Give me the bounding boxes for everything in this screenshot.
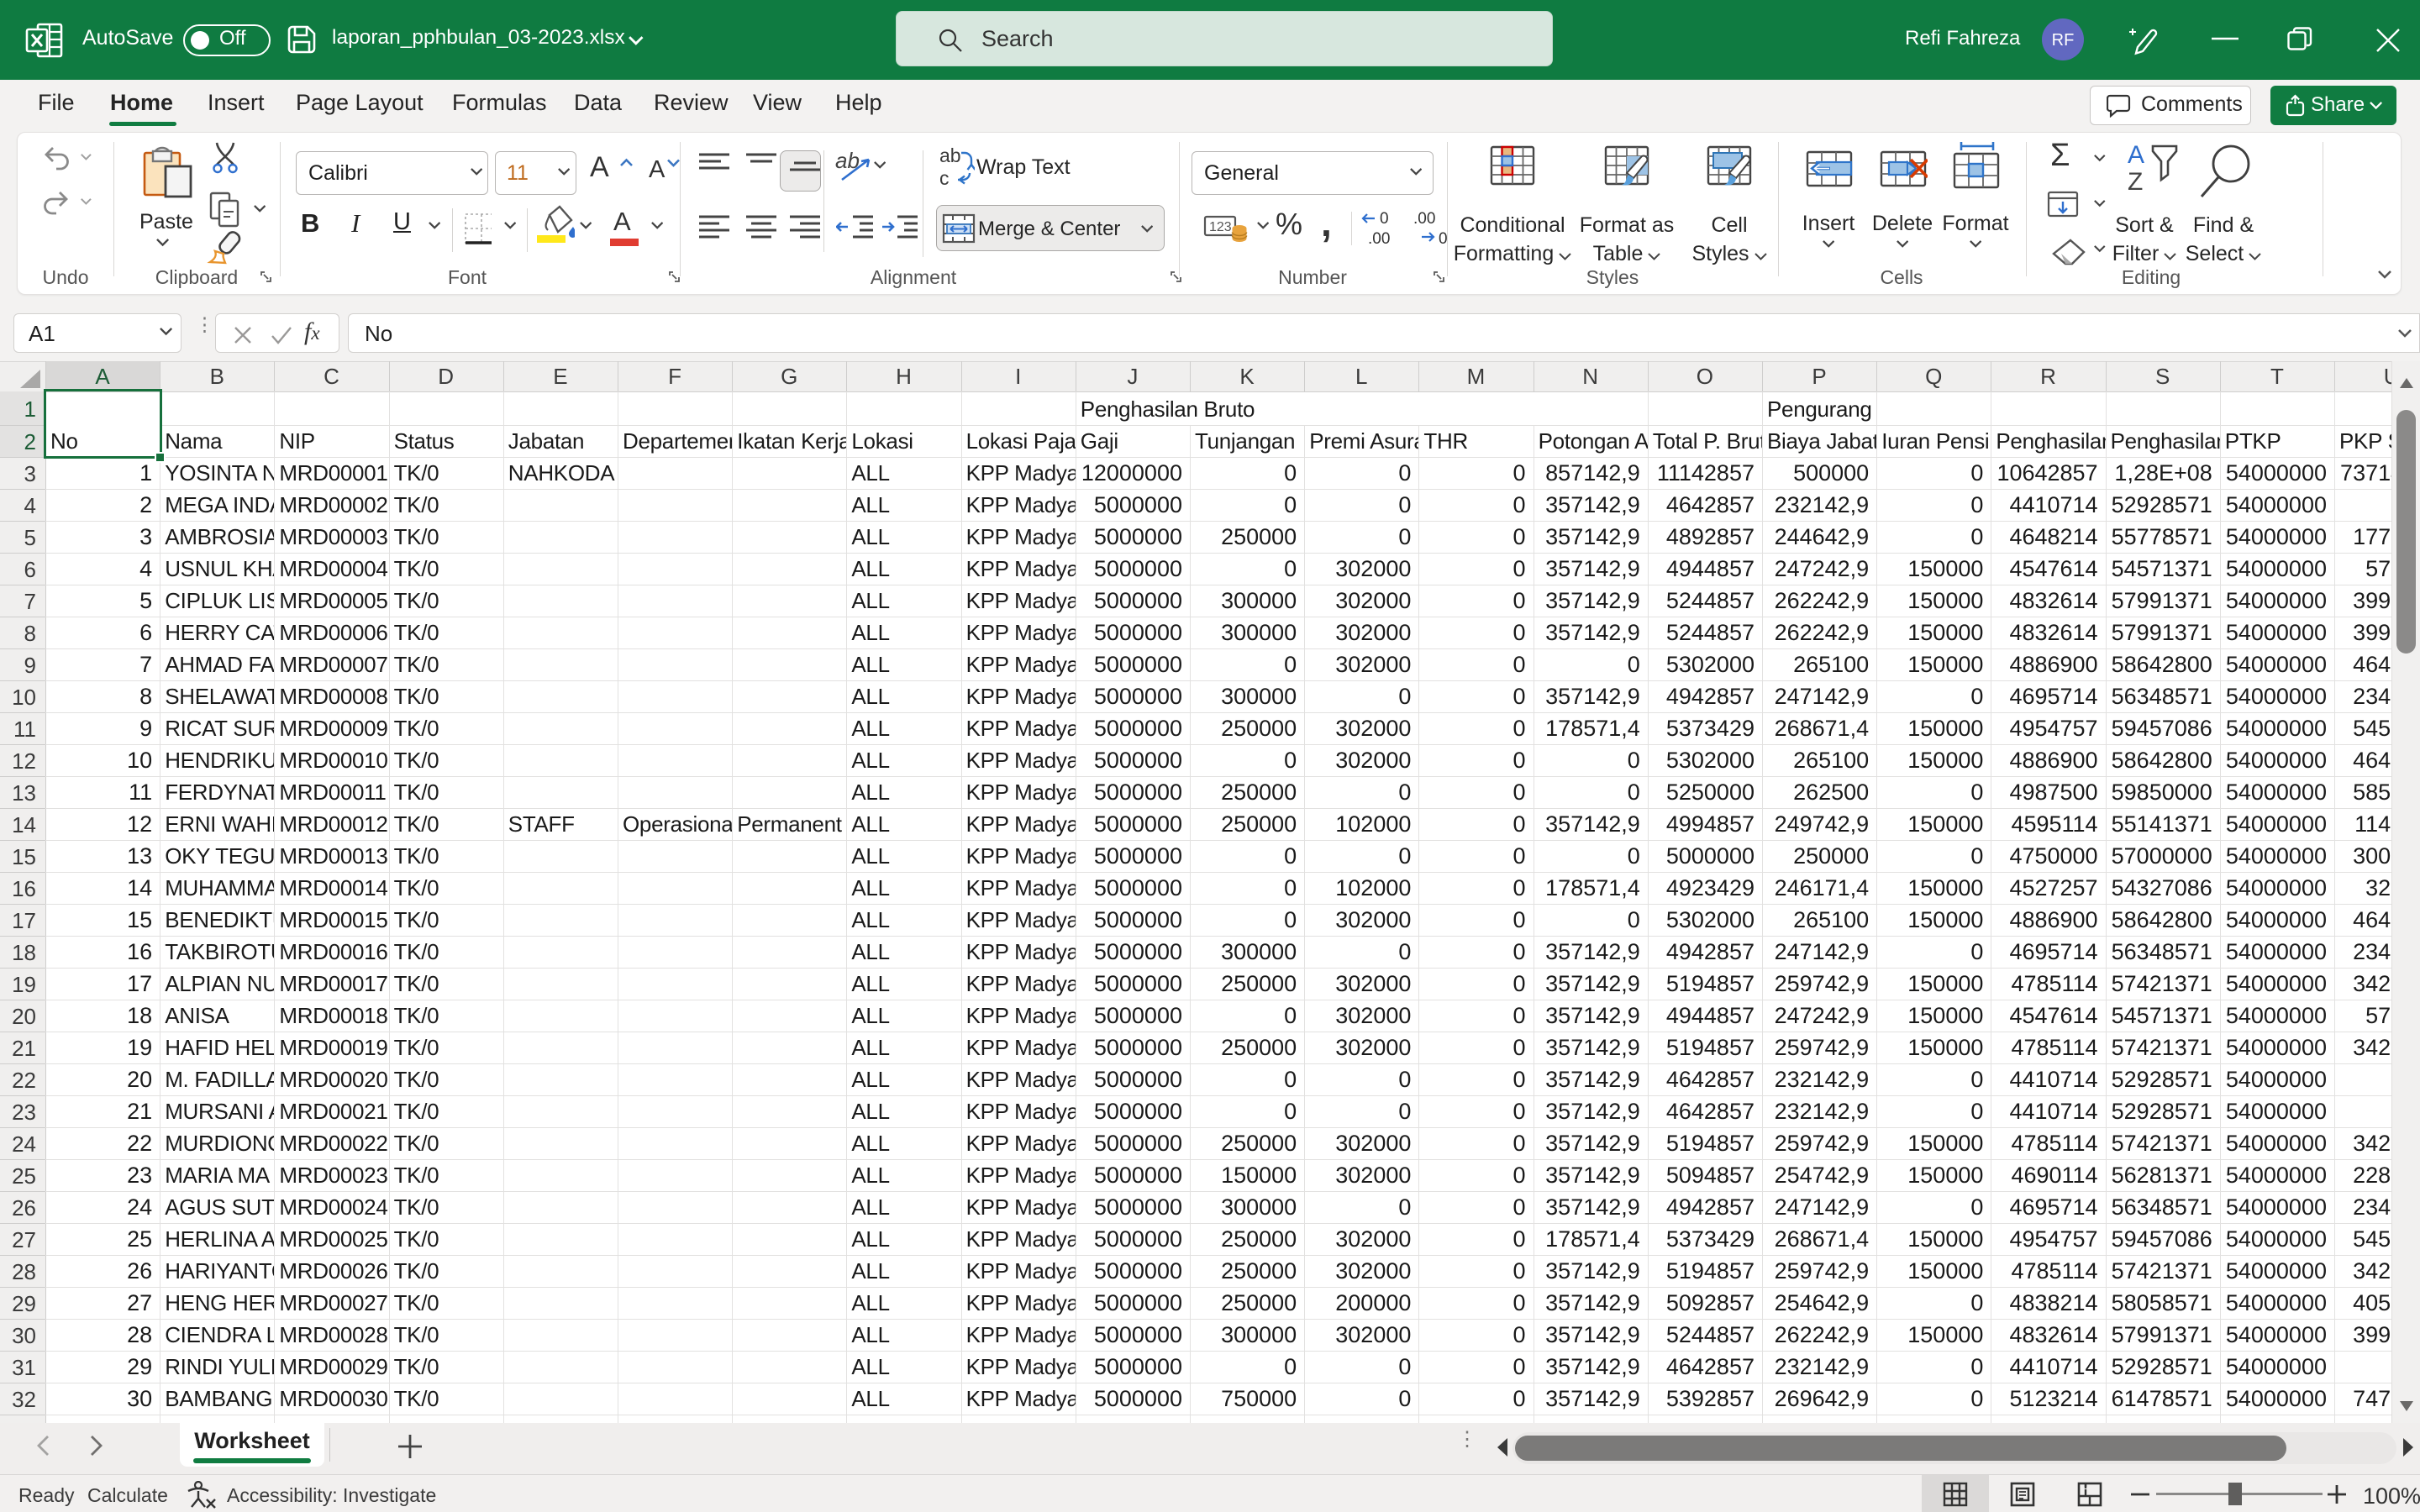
svg-text:A: A [2128,143,2144,169]
svg-text:c: c [939,167,950,188]
svg-text:123: 123 [1209,220,1232,234]
svg-text:ab: ab [939,146,961,166]
svg-text:0: 0 [1380,210,1389,228]
svg-text:.00: .00 [1368,230,1390,247]
svg-text:Z: Z [2128,168,2143,196]
